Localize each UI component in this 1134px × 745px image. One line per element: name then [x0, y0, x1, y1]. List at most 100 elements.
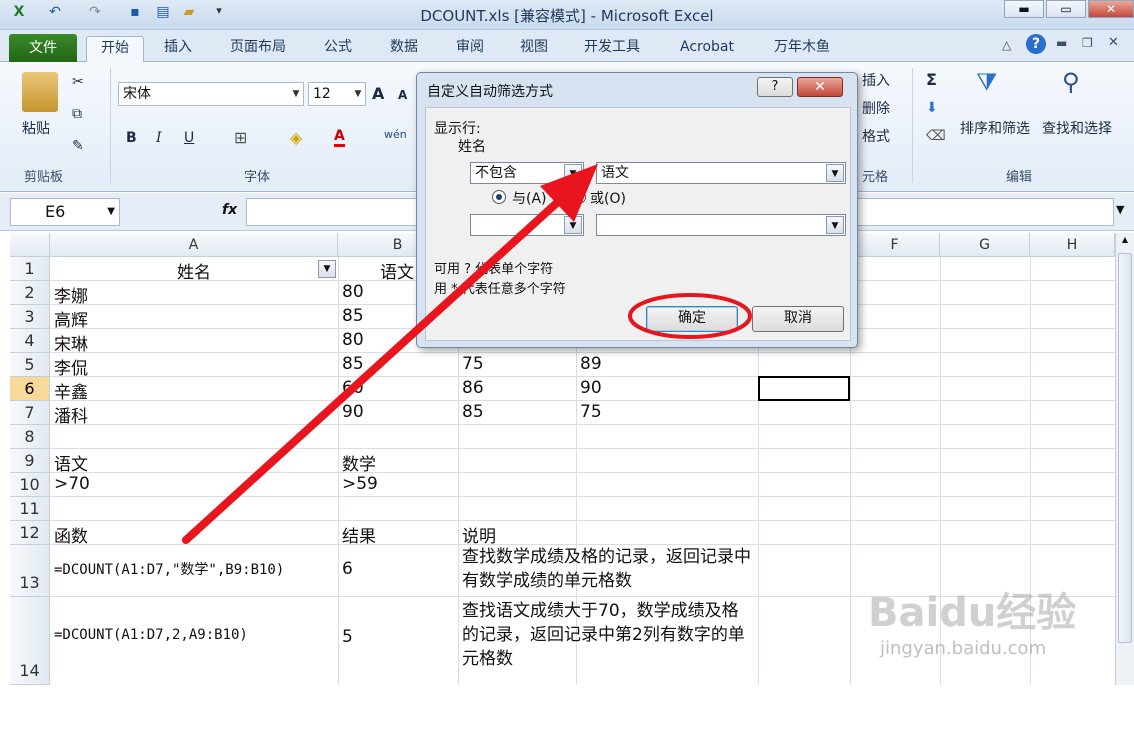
tab-home[interactable]: 开始	[86, 36, 144, 62]
autofilter-dropdown-button[interactable]: ▼	[318, 260, 336, 278]
column-header-a[interactable]: A	[50, 233, 338, 257]
insert-cells-button[interactable]: 插入	[862, 70, 890, 90]
borders-icon[interactable]: ⊞	[234, 128, 247, 147]
selected-cell-e6[interactable]	[758, 376, 850, 401]
row-header-4[interactable]: 4	[10, 329, 50, 353]
maximize-button[interactable]: ▭	[1046, 0, 1086, 18]
cell-b14[interactable]: 5	[342, 627, 353, 647]
collapse-ribbon-icon[interactable]: △	[1002, 38, 1011, 52]
font-size-combo[interactable]: 12 ▼	[308, 82, 366, 106]
autosum-button[interactable]: Σ	[926, 70, 937, 89]
column-header-h[interactable]: H	[1030, 233, 1115, 257]
cell-c7[interactable]: 85	[462, 402, 484, 422]
font-color-button[interactable]: A	[334, 128, 345, 147]
underline-button[interactable]: U	[184, 130, 194, 146]
cell-a3[interactable]: 高辉	[54, 306, 88, 331]
scroll-thumb[interactable]	[1118, 253, 1132, 643]
clear-icon[interactable]: ⌫	[926, 128, 946, 144]
expand-formula-bar-icon[interactable]: ▼	[1116, 203, 1124, 216]
cancel-button[interactable]: 取消	[752, 306, 844, 332]
dialog-close-button[interactable]: ✕	[797, 77, 843, 97]
row-header-11[interactable]: 11	[10, 497, 50, 521]
operator1-select[interactable]: 不包含 ▼	[470, 162, 584, 184]
cell-a7[interactable]: 潘科	[54, 402, 88, 427]
select-all-corner[interactable]	[10, 233, 50, 257]
cell-c5[interactable]: 75	[462, 354, 484, 374]
sort-filter-icon[interactable]: ⧩	[976, 68, 997, 96]
cell-b6[interactable]: 60	[342, 378, 364, 398]
cell-a10[interactable]: >70	[54, 474, 90, 494]
font-name-combo[interactable]: 宋体 ▼	[118, 82, 304, 106]
cell-a9[interactable]: 语文	[54, 450, 88, 475]
name-box[interactable]: E6 ▼	[10, 198, 120, 226]
insert-function-button[interactable]: fx	[222, 202, 237, 218]
row-header-5[interactable]: 5	[10, 353, 50, 377]
tab-acrobat[interactable]: Acrobat	[674, 36, 740, 62]
dialog-help-button[interactable]: ?	[757, 77, 793, 97]
vertical-scrollbar[interactable]: ▲	[1115, 233, 1134, 685]
or-radio[interactable]	[572, 190, 586, 204]
cell-b7[interactable]: 90	[342, 402, 364, 422]
operator2-select[interactable]: ▼	[470, 214, 584, 236]
row-header-7[interactable]: 7	[10, 401, 50, 425]
cell-a2[interactable]: 李娜	[54, 282, 88, 307]
cell-c13[interactable]: 查找数学成绩及格的记录，返回记录中有数学成绩的单元格数	[462, 545, 754, 593]
scroll-up-icon[interactable]: ▲	[1118, 235, 1132, 249]
grow-font-icon[interactable]: A	[372, 84, 384, 103]
binoculars-icon[interactable]: ⚲	[1062, 68, 1080, 96]
cell-a1[interactable]: 姓名	[50, 258, 338, 283]
tab-wannian-muyu[interactable]: 万年木鱼	[768, 36, 836, 62]
tab-file[interactable]: 文件	[9, 34, 77, 62]
bold-button[interactable]: B	[126, 130, 137, 146]
row-header-10[interactable]: 10	[10, 473, 50, 497]
cell-a6[interactable]: 辛鑫	[54, 378, 88, 403]
tab-formulas[interactable]: 公式	[318, 36, 358, 62]
fill-icon[interactable]: ⬇	[926, 100, 938, 116]
cut-icon[interactable]: ✂	[72, 74, 84, 90]
cell-c6[interactable]: 86	[462, 378, 484, 398]
tab-insert[interactable]: 插入	[158, 36, 198, 62]
workbook-restore-icon[interactable]: ❐	[1082, 36, 1093, 50]
cell-b1[interactable]: 语文	[380, 258, 414, 283]
format-cells-button[interactable]: 格式	[862, 126, 890, 146]
cell-a13[interactable]: =DCOUNT(A1:D7,"数学",B9:B10)	[54, 559, 284, 579]
paste-button[interactable]: 粘贴	[22, 118, 50, 138]
paste-icon[interactable]	[22, 72, 58, 112]
cell-b9[interactable]: 数学	[342, 450, 376, 475]
row-header-1[interactable]: 1	[10, 257, 50, 281]
workbook-close-icon[interactable]: ✕	[1108, 35, 1119, 50]
cell-b12[interactable]: 结果	[342, 522, 376, 547]
close-window-button[interactable]: ✕	[1088, 0, 1134, 18]
tab-view[interactable]: 视图	[514, 36, 554, 62]
cell-b3[interactable]: 85	[342, 306, 364, 326]
tab-developer[interactable]: 开发工具	[578, 36, 646, 62]
value1-combo[interactable]: 语文 ▼	[596, 162, 846, 184]
shrink-font-icon[interactable]: A	[398, 88, 407, 102]
delete-cells-button[interactable]: 删除	[862, 98, 890, 118]
cell-a12[interactable]: 函数	[54, 522, 88, 547]
row-header-3[interactable]: 3	[10, 305, 50, 329]
row-header-8[interactable]: 8	[10, 425, 50, 449]
column-header-g[interactable]: G	[940, 233, 1030, 257]
cell-a14[interactable]: =DCOUNT(A1:D7,2,A9:B10)	[54, 627, 248, 643]
find-select-button[interactable]: 查找和选择	[1042, 118, 1112, 138]
phonetic-icon[interactable]: wén	[384, 128, 407, 141]
cell-d7[interactable]: 75	[580, 402, 602, 422]
ok-button[interactable]: 确定	[646, 306, 738, 332]
column-header-f[interactable]: F	[850, 233, 940, 257]
cell-c12[interactable]: 说明	[462, 522, 496, 547]
sort-filter-button[interactable]: 排序和筛选	[960, 118, 1030, 138]
row-header-2[interactable]: 2	[10, 281, 50, 305]
cell-a5[interactable]: 李侃	[54, 354, 88, 379]
help-icon[interactable]: ?	[1026, 34, 1046, 54]
row-header-13[interactable]: 13	[10, 545, 50, 597]
workbook-minimize-icon[interactable]: ▬	[1056, 36, 1067, 50]
minimize-button[interactable]: ▬	[1004, 0, 1044, 18]
and-radio[interactable]	[492, 190, 506, 204]
tab-data[interactable]: 数据	[384, 36, 424, 62]
value2-combo[interactable]: ▼	[596, 214, 846, 236]
fill-color-icon[interactable]: ◈	[290, 128, 302, 147]
row-header-12[interactable]: 12	[10, 521, 50, 545]
row-header-9[interactable]: 9	[10, 449, 50, 473]
cell-a4[interactable]: 宋琳	[54, 330, 88, 355]
